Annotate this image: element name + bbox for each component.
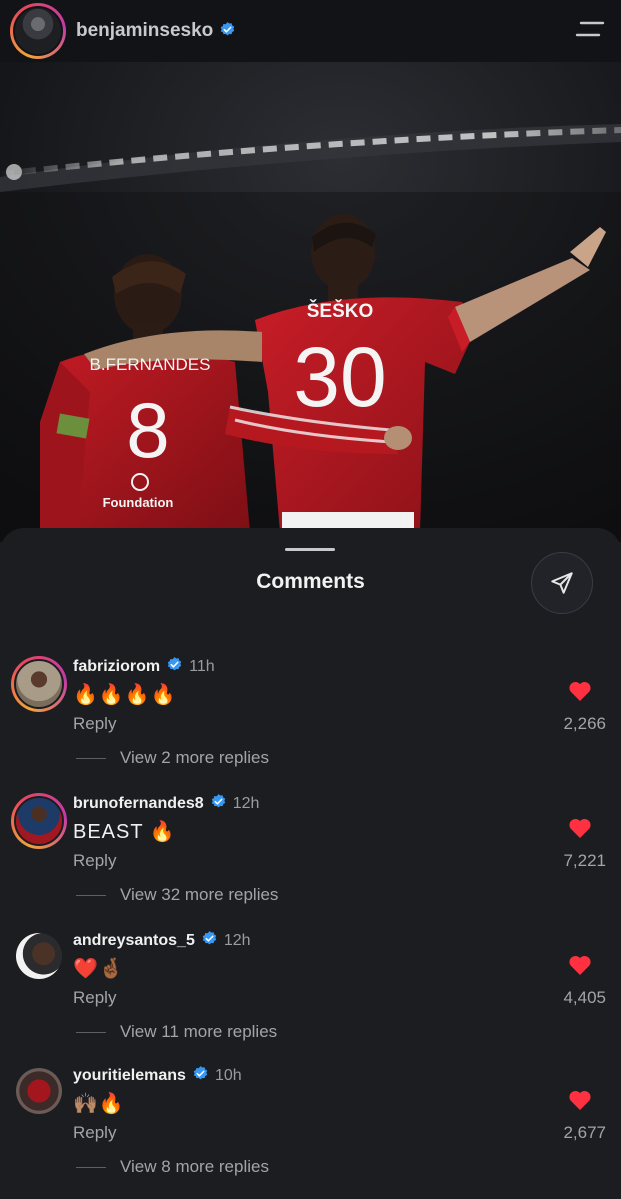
- view-more-replies-label: View 32 more replies: [120, 885, 279, 904]
- view-more-replies[interactable]: View 11 more replies: [76, 1022, 277, 1042]
- like-count: 4,405: [563, 988, 606, 1007]
- jersey-left-sponsor: Foundation: [103, 495, 174, 510]
- divider: [76, 894, 106, 896]
- reply-button[interactable]: Reply: [73, 714, 116, 734]
- reply-button[interactable]: Reply: [73, 1123, 116, 1143]
- view-more-replies[interactable]: View 8 more replies: [76, 1157, 269, 1177]
- reply-button[interactable]: Reply: [73, 988, 116, 1008]
- comment-header: youritielemans 10h: [73, 1065, 242, 1085]
- comment-header: brunofernandes8 12h: [73, 793, 259, 813]
- view-more-replies-label: View 11 more replies: [120, 1022, 278, 1041]
- comment-avatar-image: [14, 659, 64, 709]
- like-heart-icon[interactable]: [568, 680, 592, 702]
- comment-item: fabriziorom 11h 🔥🔥🔥🔥 Reply View 2 more re…: [0, 656, 621, 786]
- comment-username[interactable]: fabriziorom: [73, 658, 160, 675]
- comment-time: 12h: [232, 795, 260, 812]
- like-count: 2,266: [563, 714, 606, 733]
- comment-avatar[interactable]: [11, 656, 67, 712]
- divider: [76, 1031, 106, 1033]
- share-button[interactable]: [531, 552, 593, 614]
- reply-button[interactable]: Reply: [73, 851, 116, 871]
- comment-item: brunofernandes8 12h BEAST 🔥 Reply View 32…: [0, 793, 621, 923]
- jersey-left-name: B.FERNANDES: [90, 355, 211, 374]
- comment-item: andreysantos_5 12h ❤️🤞🏾 Reply View 11 mor…: [0, 930, 621, 1060]
- comment-avatar[interactable]: [11, 793, 67, 849]
- verified-badge-icon: [211, 794, 225, 808]
- view-more-replies[interactable]: View 32 more replies: [76, 885, 278, 905]
- comment-text: ❤️🤞🏾: [73, 958, 125, 980]
- comment-avatar[interactable]: [16, 1068, 62, 1114]
- view-more-replies-label: View 2 more replies: [120, 748, 269, 767]
- jersey-right-number: 30: [293, 330, 386, 424]
- profile-header: benjaminsesko: [0, 0, 621, 62]
- profile-avatar-image: [13, 6, 63, 56]
- profile-avatar[interactable]: [10, 3, 66, 59]
- view-more-replies[interactable]: View 2 more replies: [76, 748, 269, 768]
- comments-sheet: Comments fabriziorom 11h 🔥🔥🔥🔥 Reply View …: [0, 528, 621, 1199]
- comment-avatar[interactable]: [16, 933, 62, 979]
- profile-username-text: benjaminsesko: [76, 20, 214, 41]
- comment-text: BEAST 🔥: [73, 821, 176, 843]
- like-heart-icon[interactable]: [568, 954, 592, 976]
- profile-username[interactable]: benjaminsesko: [76, 20, 236, 42]
- menu-icon[interactable]: [575, 20, 605, 38]
- verified-badge-icon: [167, 657, 182, 671]
- post-image: ŠEŠKO 30 B.FERNANDES 8 Foundation: [0, 62, 621, 542]
- comment-header: andreysantos_5 12h: [73, 930, 251, 950]
- send-icon: [551, 572, 573, 594]
- like-count: 2,677: [563, 1123, 606, 1142]
- drag-handle[interactable]: [285, 548, 335, 551]
- divider: [76, 757, 106, 759]
- comment-item: youritielemans 10h 🙌🏽🔥 Reply View 8 more …: [0, 1065, 621, 1195]
- comment-time: 11h: [189, 658, 215, 675]
- comment-header: fabriziorom 11h: [73, 656, 215, 676]
- comments-title: Comments: [256, 570, 365, 593]
- comment-text: 🔥🔥🔥🔥: [73, 684, 177, 706]
- comment-text: 🙌🏽🔥: [73, 1093, 125, 1115]
- comment-username[interactable]: brunofernandes8: [73, 795, 204, 812]
- verified-badge-icon: [193, 1066, 208, 1080]
- verified-badge-icon: [221, 22, 235, 36]
- like-count: 7,221: [563, 851, 606, 870]
- like-heart-icon[interactable]: [568, 1089, 592, 1111]
- view-more-replies-label: View 8 more replies: [120, 1157, 269, 1176]
- verified-badge-icon: [202, 931, 217, 945]
- comment-avatar-image: [14, 796, 64, 846]
- comment-time: 10h: [214, 1067, 242, 1084]
- divider: [76, 1166, 106, 1168]
- jersey-left-number: 8: [126, 386, 169, 474]
- comment-time: 12h: [223, 932, 251, 949]
- jersey-right-name: ŠEŠKO: [307, 300, 374, 322]
- post-photo[interactable]: ŠEŠKO 30 B.FERNANDES 8 Foundation: [0, 62, 621, 542]
- like-heart-icon[interactable]: [568, 817, 592, 839]
- comment-username[interactable]: andreysantos_5: [73, 932, 195, 949]
- comment-username[interactable]: youritielemans: [73, 1067, 186, 1084]
